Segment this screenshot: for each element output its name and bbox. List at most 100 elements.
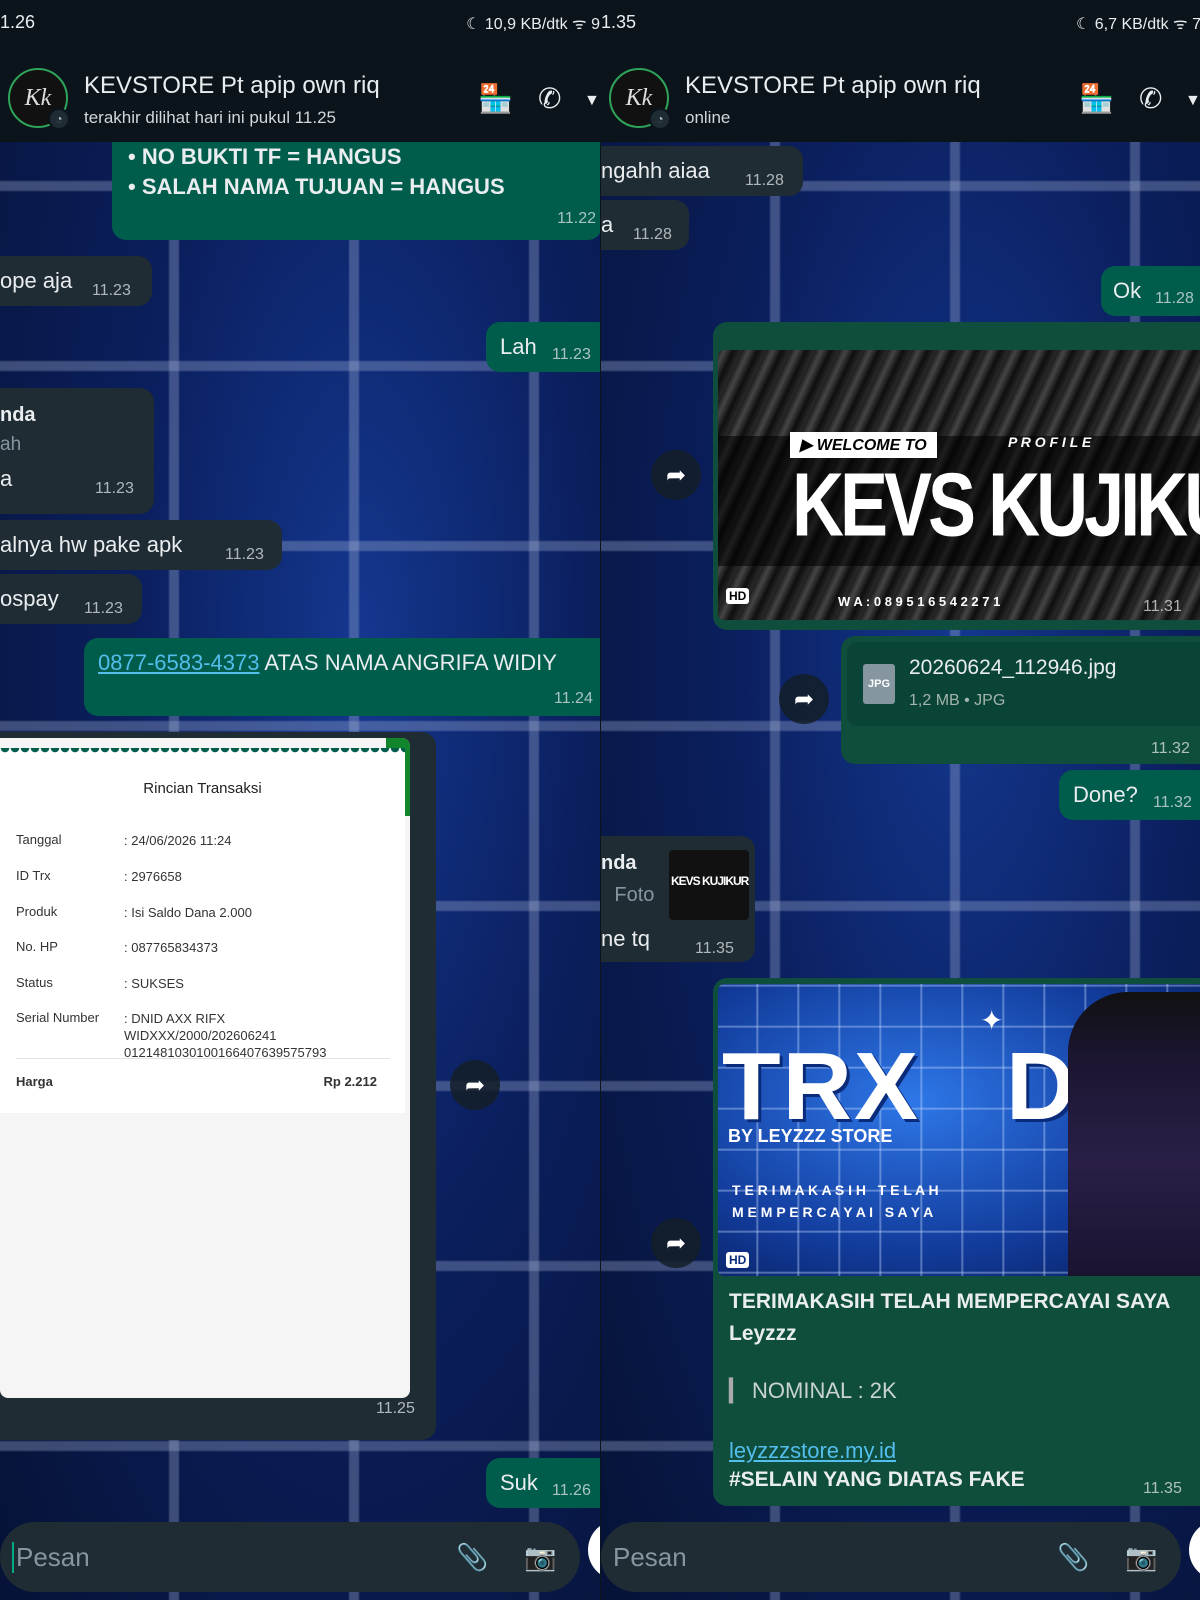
message-outgoing-phone[interactable]: 0877-6583-4373 ATAS NAMA ANGRIFA WIDIY 1… <box>84 638 600 716</box>
phone-icon[interactable]: ✆ <box>538 82 561 115</box>
message-input[interactable]: Pesan <box>613 1542 687 1573</box>
sparkle-icon: ✦ <box>980 1005 1004 1036</box>
message-input-bar[interactable]: Pesan 📎 📷 <box>0 1522 580 1592</box>
message-timestamp: 11.23 <box>225 546 264 563</box>
receipt-label: Tanggal <box>16 832 62 847</box>
paperclip-icon[interactable]: 📎 <box>456 1542 488 1573</box>
message-timestamp: 11.32 <box>1151 740 1190 757</box>
forward-button[interactable]: ➦ <box>651 1218 701 1268</box>
jpg-file-icon: JPG <box>863 664 895 704</box>
message-incoming[interactable]: ngahh aiaa 11.28 <box>601 146 803 196</box>
message-input[interactable]: Pesan <box>12 1542 90 1573</box>
send-button-partial[interactable] <box>588 1520 600 1580</box>
receipt-label: Serial Number <box>16 1010 100 1025</box>
message-outgoing[interactable]: Suk 11.26 <box>486 1458 600 1508</box>
message-timestamp: 11.23 <box>92 282 131 299</box>
forward-button[interactable]: ➦ <box>651 450 701 500</box>
phone-icon[interactable]: ✆ <box>1139 82 1162 115</box>
quoted-image-thumbnail: KEVS KUJIKURO <box>669 850 749 920</box>
anime-character-figure <box>1068 992 1200 1276</box>
message-rules[interactable]: • NO BUKTI TF = HANGUS • SALAH NAMA TUJU… <box>112 128 600 240</box>
message-timestamp: 11.24 <box>554 690 593 707</box>
receipt-value: : SUKSES <box>124 976 184 991</box>
message-rules-line2: • SALAH NAMA TUJUAN = HANGUS <box>128 174 505 199</box>
store-icon[interactable]: 🏪 <box>1079 82 1114 115</box>
message-incoming-reply[interactable]: nda ah a 11.23 <box>0 388 154 514</box>
message-timestamp: 11.22 <box>557 210 596 227</box>
contact-status: online <box>685 108 731 127</box>
message-text: Lah <box>500 334 537 359</box>
receipt-value: : DNID AXX RIFX WIDXXX/2000/202606241 01… <box>124 1011 327 1060</box>
message-timestamp: 11.35 <box>695 940 734 957</box>
trx-by-text: BY LEYZZZ STORE <box>728 1126 893 1146</box>
forward-button[interactable]: ➦ <box>779 674 829 724</box>
kevs-profile-image[interactable]: ▶ WELCOME TO P R O F I L E KEVS KUJIKURO… <box>718 350 1200 620</box>
message-incoming[interactable]: alnya hw pake apk 11.23 <box>0 520 282 570</box>
message-text: ope aja <box>0 268 73 293</box>
message-timestamp: 11.25 <box>376 1400 415 1417</box>
trx-done-image[interactable]: TRX DON BY LEYZZZ STORE T E R I M A K A … <box>718 984 1200 1276</box>
message-text: Done? <box>1073 782 1138 807</box>
chat-header: Kk ◔ KEVSTORE Pt apip own riq terakhir di… <box>0 44 600 142</box>
file-name: 20260624_112946.jpg <box>909 656 1117 679</box>
message-text: 0877-6583-4373 ATAS NAMA ANGRIFA WIDIY <box>98 650 557 676</box>
dropdown-icon[interactable]: ▼ <box>584 92 600 110</box>
store-website-link[interactable]: leyzzzstore.my.id <box>729 1438 896 1464</box>
message-text: Ok <box>1113 278 1142 303</box>
hd-badge: HD <box>726 1252 750 1268</box>
message-timestamp: 11.28 <box>1155 290 1194 307</box>
message-text-rest: ATAS NAMA ANGRIFA WIDIY <box>259 650 557 675</box>
file-card[interactable]: JPG 20260624_112946.jpg 1,2 MB • JPG <box>847 642 1200 726</box>
status-icons: ☾ 10,9 KB/dtk ᯤ 9 <box>466 16 600 33</box>
message-quote-sender: nda <box>0 404 36 426</box>
receipt-zigzag-edge <box>0 748 405 756</box>
message-text: ospay <box>0 586 59 611</box>
contact-name[interactable]: KEVSTORE Pt apip own riq <box>685 72 981 100</box>
message-timestamp: 11.32 <box>1153 794 1192 811</box>
phone-number-link[interactable]: 0877-6583-4373 <box>98 650 259 675</box>
message-outgoing[interactable]: Ok 11.28 <box>1101 266 1200 316</box>
receipt-title: Rincian Transaksi <box>143 780 262 797</box>
message-incoming[interactable]: a 11.28 <box>601 200 689 250</box>
trx-line2: M E M P E R C A Y A I S A Y A <box>732 1204 934 1220</box>
trx-fake-warning: #SELAIN YANG DIATAS FAKE <box>729 1468 1025 1491</box>
trx-nominal: ▎ NOMINAL : 2K <box>729 1378 897 1403</box>
message-incoming-reply[interactable]: nda ▏Foto ne tq 11.35 KEVS KUJIKURO <box>601 836 755 962</box>
paperclip-icon[interactable]: 📎 <box>1057 1542 1089 1573</box>
hd-badge: HD <box>726 588 750 604</box>
camera-icon[interactable]: 📷 <box>524 1542 556 1573</box>
message-timestamp: 11.26 <box>552 1482 591 1499</box>
contact-name[interactable]: KEVSTORE Pt apip own riq <box>84 72 380 100</box>
kevs-title: KEVS KUJIKURO <box>792 455 1200 556</box>
forward-icon: ➦ <box>665 1229 687 1257</box>
message-timestamp: 11.23 <box>84 600 123 617</box>
message-outgoing[interactable]: Lah 11.23 <box>486 322 600 372</box>
message-quote-text: ah <box>0 434 22 455</box>
receipt-price-label: Harga <box>16 1074 53 1089</box>
message-file[interactable]: JPG 20260624_112946.jpg 1,2 MB • JPG 11.… <box>841 636 1200 764</box>
camera-icon[interactable]: 📷 <box>1125 1542 1157 1573</box>
message-text: Suk <box>500 1470 538 1495</box>
message-timestamp: 11.23 <box>552 346 591 363</box>
forward-icon: ➦ <box>464 1071 486 1099</box>
message-text: ngahh aiaa <box>601 158 710 183</box>
receipt-value: : 2976658 <box>124 869 182 884</box>
forward-icon: ➦ <box>665 461 687 489</box>
receipt-label: Produk <box>16 904 58 919</box>
message-input-bar[interactable]: Pesan 📎 📷 <box>601 1522 1181 1592</box>
status-time: 1.35 <box>601 12 637 32</box>
avatar[interactable]: Kk ◔ <box>8 68 70 130</box>
avatar[interactable]: Kk ◔ <box>609 68 671 130</box>
chat-screen-left: • NO BUKTI TF = HANGUS • SALAH NAMA TUJU… <box>0 0 600 1600</box>
message-incoming[interactable]: ope aja 11.23 <box>0 256 152 306</box>
send-button-partial[interactable] <box>1189 1520 1200 1580</box>
profile-label: P R O F I L E <box>1008 434 1092 450</box>
forward-button[interactable]: ➦ <box>450 1060 500 1110</box>
receipt-value: : Isi Saldo Dana 2.000 <box>124 905 252 920</box>
dropdown-icon[interactable]: ▼ <box>1185 92 1200 110</box>
status-time: 1.26 <box>0 12 36 32</box>
message-outgoing[interactable]: Done? 11.32 <box>1059 770 1200 820</box>
store-icon[interactable]: 🏪 <box>478 82 513 115</box>
contact-last-seen: terakhir dilihat hari ini pukul 11.25 <box>84 108 336 127</box>
message-incoming[interactable]: ospay 11.23 <box>0 574 142 624</box>
